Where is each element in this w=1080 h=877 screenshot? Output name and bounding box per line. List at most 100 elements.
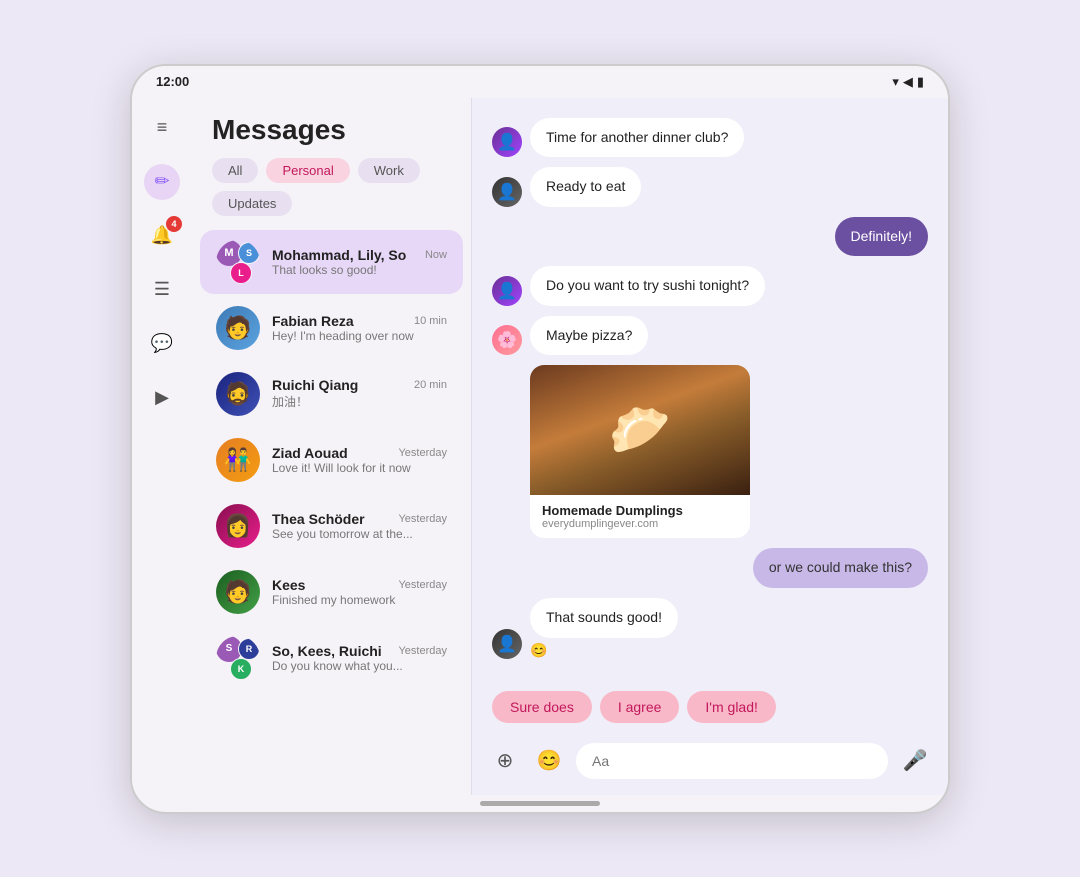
messages-panel: Messages All Personal Work Updates M L S <box>192 98 472 795</box>
notification-badge: 4 <box>166 216 182 232</box>
conv-info-ziad: Ziad Aouad Yesterday Love it! Will look … <box>272 445 447 475</box>
conv-avatar-group1: M L S <box>216 240 260 284</box>
conv-info-fabian: Fabian Reza 10 min Hey! I'm heading over… <box>272 313 447 343</box>
link-card-image: 🥟 <box>530 365 750 495</box>
status-bar: 12:00 ▾ ◀ ▮ <box>132 66 948 98</box>
conv-preview-fabian: Hey! I'm heading over now <box>272 329 447 343</box>
message-bubble-sent: Definitely! <box>835 217 928 257</box>
quick-replies: Sure does I agree I'm glad! <box>472 691 948 733</box>
quick-reply-sure[interactable]: Sure does <box>492 691 592 723</box>
conv-item-ziad[interactable]: 👫 Ziad Aouad Yesterday Love it! Will loo… <box>200 428 463 492</box>
conv-preview-ruichi: 加油！ <box>272 393 447 410</box>
message-bubble: Time for another dinner club? <box>530 118 744 158</box>
filter-chips: All Personal Work Updates <box>192 158 471 228</box>
chat-icon[interactable]: 💬 <box>144 326 180 362</box>
conv-avatar-ziad: 👫 <box>216 438 260 482</box>
wifi-icon: ▾ <box>892 74 899 90</box>
message-row-sent: Definitely! <box>492 217 928 257</box>
video-icon[interactable]: ▶ <box>144 380 180 416</box>
conv-preview-sokees: Do you know what you... <box>272 659 447 673</box>
message-avatar: 🌸 <box>492 325 522 355</box>
conv-info-ruichi: Ruichi Qiang 20 min 加油！ <box>272 377 447 410</box>
conv-time-mohammad: Now <box>425 249 447 261</box>
reaction-emoji: 😊 <box>530 642 678 659</box>
conv-item-ruichi[interactable]: 🧔 Ruichi Qiang 20 min 加油！ <box>200 362 463 426</box>
message-row: 👤 Ready to eat <box>492 167 928 207</box>
conversation-list: M L S Mohammad, Lily, So Now That looks … <box>192 228 471 795</box>
status-time: 12:00 <box>156 74 189 89</box>
conv-item-fabian[interactable]: 🧑 Fabian Reza 10 min Hey! I'm heading ov… <box>200 296 463 360</box>
compose-icon[interactable]: ✏ <box>144 164 180 200</box>
notes-icon[interactable]: ☰ <box>144 272 180 308</box>
link-card: 🥟 Homemade Dumplings everydumplingever.c… <box>530 365 750 538</box>
conv-avatar-kees: 🧑 <box>216 570 260 614</box>
conv-time-thea: Yesterday <box>398 513 447 525</box>
conv-info-sokees: So, Kees, Ruichi Yesterday Do you know w… <box>272 643 447 673</box>
conv-time-ziad: Yesterday <box>398 447 447 459</box>
conv-avatar-fabian: 🧑 <box>216 306 260 350</box>
status-icons: ▾ ◀ ▮ <box>892 74 924 90</box>
hamburger-icon[interactable]: ≡ <box>144 110 180 146</box>
message-bubble: Ready to eat <box>530 167 641 207</box>
quick-reply-glad[interactable]: I'm glad! <box>687 691 775 723</box>
conv-preview-kees: Finished my homework <box>272 593 447 607</box>
conv-name-kees: Kees <box>272 577 305 593</box>
message-avatar: 👤 <box>492 276 522 306</box>
conv-preview-thea: See you tomorrow at the... <box>272 527 447 541</box>
message-bubble-action: or we could make this? <box>753 548 928 588</box>
conv-avatar-group2: S K R <box>216 636 260 680</box>
filter-work[interactable]: Work <box>358 158 420 183</box>
filter-personal[interactable]: Personal <box>266 158 349 183</box>
chat-input-bar: ⊕ 😊 🎤 <box>472 733 948 795</box>
signal-icon: ◀ <box>903 74 913 90</box>
chat-messages: 👤 Time for another dinner club? 👤 Ready … <box>472 98 948 691</box>
conv-info-thea: Thea Schöder Yesterday See you tomorrow … <box>272 511 447 541</box>
quick-reply-agree[interactable]: I agree <box>600 691 680 723</box>
link-card-title: Homemade Dumplings <box>542 503 738 518</box>
message-avatar: 👤 <box>492 127 522 157</box>
message-avatar: 👤 <box>492 177 522 207</box>
message-row: 👤 Do you want to try sushi tonight? <box>492 266 928 306</box>
message-bubble: Do you want to try sushi tonight? <box>530 266 765 306</box>
conv-name-ziad: Ziad Aouad <box>272 445 348 461</box>
conv-name-mohammad: Mohammad, Lily, So <box>272 247 406 263</box>
battery-icon: ▮ <box>917 74 924 90</box>
message-row: 👤 That sounds good! 😊 <box>492 598 928 659</box>
message-bubble: Maybe pizza? <box>530 316 648 356</box>
conv-time-sokees: Yesterday <box>398 645 447 657</box>
link-card-url: everydumplingever.com <box>542 518 738 530</box>
conv-item-kees[interactable]: 🧑 Kees Yesterday Finished my homework <box>200 560 463 624</box>
message-row: 👤 Time for another dinner club? <box>492 118 928 158</box>
add-button[interactable]: ⊕ <box>488 744 522 778</box>
notifications-icon[interactable]: 🔔 4 <box>144 218 180 254</box>
conv-preview-mohammad: That looks so good! <box>272 263 447 277</box>
conv-name-ruichi: Ruichi Qiang <box>272 377 358 393</box>
message-bubble: That sounds good! <box>530 598 678 638</box>
main-content: ≡ ✏ 🔔 4 ☰ 💬 ▶ Messages All Personal Work… <box>132 98 948 795</box>
conv-item-thea[interactable]: 👩 Thea Schöder Yesterday See you tomorro… <box>200 494 463 558</box>
filter-updates[interactable]: Updates <box>212 191 292 216</box>
conv-name-thea: Thea Schöder <box>272 511 365 527</box>
panel-title: Messages <box>192 98 471 158</box>
message-avatar: 👤 <box>492 629 522 659</box>
conv-item-sokees[interactable]: S K R So, Kees, Ruichi Yesterday Do you … <box>200 626 463 690</box>
message-row-action: or we could make this? <box>492 548 928 588</box>
filter-all[interactable]: All <box>212 158 258 183</box>
conv-avatar-thea: 👩 <box>216 504 260 548</box>
conv-name-sokees: So, Kees, Ruichi <box>272 643 382 659</box>
conv-item-mohammad[interactable]: M L S Mohammad, Lily, So Now That looks … <box>200 230 463 294</box>
chat-panel: 👤 Time for another dinner club? 👤 Ready … <box>472 98 948 795</box>
conv-info-mohammad: Mohammad, Lily, So Now That looks so goo… <box>272 247 447 277</box>
conv-time-kees: Yesterday <box>398 579 447 591</box>
conv-avatar-ruichi: 🧔 <box>216 372 260 416</box>
sidebar: ≡ ✏ 🔔 4 ☰ 💬 ▶ <box>132 98 192 795</box>
message-row: 🌸 Maybe pizza? <box>492 316 928 356</box>
tablet-frame: 12:00 ▾ ◀ ▮ ≡ ✏ 🔔 4 ☰ 💬 ▶ Messages All P… <box>130 64 950 814</box>
voice-button[interactable]: 🎤 <box>898 744 932 778</box>
conv-time-fabian: 10 min <box>414 315 447 327</box>
home-indicator <box>480 801 600 806</box>
emoji-button[interactable]: 😊 <box>532 744 566 778</box>
conv-info-kees: Kees Yesterday Finished my homework <box>272 577 447 607</box>
message-input[interactable] <box>576 743 888 779</box>
conv-preview-ziad: Love it! Will look for it now <box>272 461 447 475</box>
